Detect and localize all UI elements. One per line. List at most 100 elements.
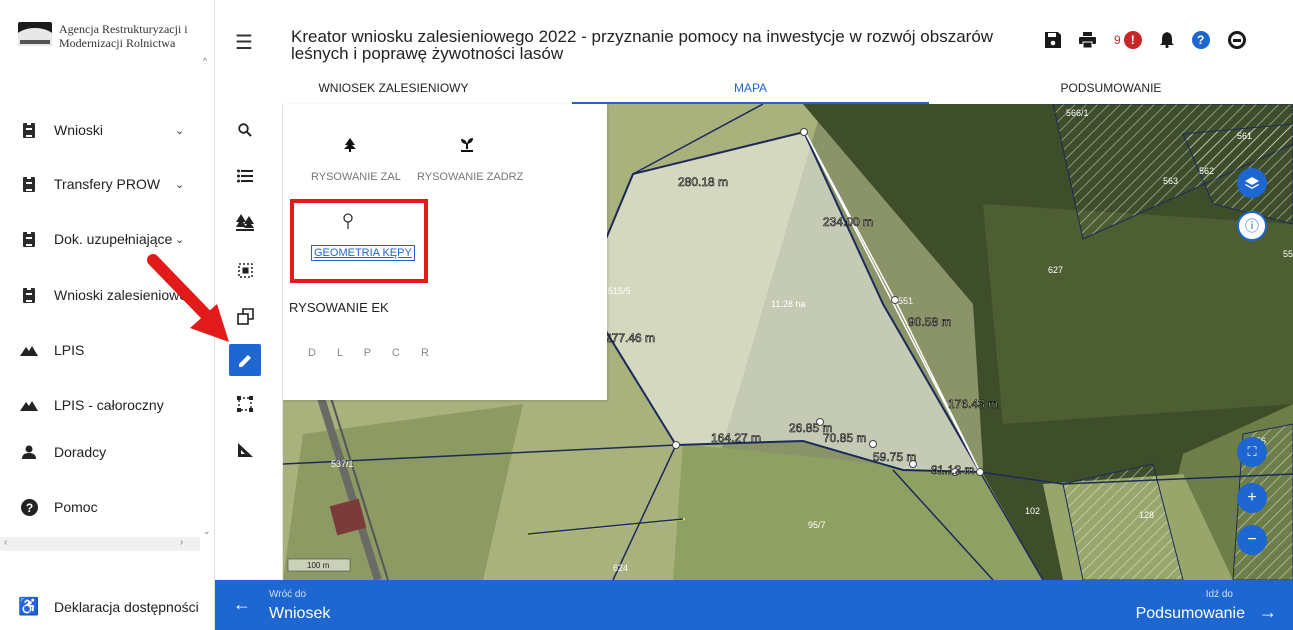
tab-bar: WNIOSEK ZALESIENIOWY MAPA PODSUMOWANIE <box>215 76 1293 104</box>
alert-count: 9 <box>1114 33 1121 47</box>
map-measurement: 280.18 m <box>678 175 728 189</box>
map-parcel-label: 128 <box>1139 510 1154 520</box>
map-parcel-label: 566/1 <box>1066 108 1089 118</box>
map-parcel-label: 95/7 <box>808 520 826 530</box>
pencil-icon <box>238 354 251 367</box>
sidebar-item-wnioski[interactable]: Wnioski ⌄ <box>0 115 200 145</box>
map-measurement: 81.12 m <box>931 463 974 477</box>
document-icon <box>20 230 38 248</box>
bottom-navigation: ← Wróć do Wniosek Idź do Podsumowanie → <box>215 580 1293 630</box>
map-scale: 100 m <box>307 561 330 570</box>
bell-icon[interactable] <box>1159 32 1174 48</box>
sidebar-item-dok-uzupelniajace[interactable]: Dok. uzupełniające ⌄ <box>0 224 200 254</box>
sidebar-item-label: Dok. uzupełniające <box>54 231 173 247</box>
map-parcel-label: 624 <box>613 563 628 573</box>
measure-icon[interactable] <box>229 434 261 466</box>
draw-zal-option[interactable]: RYSOWANIE ZAL <box>301 134 411 184</box>
sidebar-horizontal-scrollbar[interactable]: ‹ › <box>0 537 200 551</box>
sidebar-item-doradcy[interactable]: Doradcy <box>0 437 200 467</box>
zoom-out-icon[interactable]: − <box>1237 525 1267 555</box>
mountain-icon <box>20 396 38 414</box>
bounding-box-icon[interactable] <box>229 388 261 420</box>
back-target: Wniosek <box>269 605 331 622</box>
draw-zadrz-option[interactable]: RYSOWANIE ZADRZ <box>411 134 531 184</box>
map-parcel-label: 563 <box>1163 176 1178 186</box>
agency-logo[interactable]: Agencja Restrukturyzacji i Modernizacji … <box>18 22 209 50</box>
tab-wniosek-zalesieniowy[interactable]: WNIOSEK ZALESIENIOWY <box>215 76 572 104</box>
sidebar-item-transfery-prow[interactable]: Transfery PROW ⌄ <box>0 169 200 199</box>
user-icon <box>1227 31 1246 49</box>
map-parcel-label: 562 <box>1199 166 1214 176</box>
layers-button[interactable] <box>1237 168 1267 198</box>
fullscreen-icon[interactable]: ⛶ <box>1237 437 1267 467</box>
sidebar-item-lpis-caloroczny[interactable]: LPIS - całoroczny <box>0 390 200 420</box>
next-target: Podsumowanie <box>1135 605 1245 622</box>
chevron-down-icon: ⌄ <box>175 124 185 137</box>
save-icon[interactable] <box>1045 32 1061 48</box>
accessibility-label: Deklaracja dostępności <box>54 599 199 615</box>
map-area-label: 11.28 ha <box>771 299 805 309</box>
alerts-button[interactable]: 9 ! <box>1114 31 1142 49</box>
chevron-down-icon: ⌄ <box>175 178 185 191</box>
draw-zadrz-label: RYSOWANIE ZADRZ <box>417 171 524 183</box>
ek-letter-options[interactable]: D L P C R <box>308 347 438 359</box>
sidebar-item-label: Doradcy <box>54 444 107 460</box>
person-icon <box>20 443 38 461</box>
tab-podsumowanie[interactable]: PODSUMOWANIE <box>929 76 1293 104</box>
highlight-box <box>290 199 428 283</box>
search-icon[interactable] <box>229 114 261 146</box>
location-pin-icon <box>342 213 354 233</box>
map-measurement: 277.46 m <box>605 331 655 345</box>
map-measurement: 164.27 m <box>711 431 761 445</box>
agency-logo-mark <box>18 22 52 46</box>
sidebar-item-label: Pomoc <box>54 499 98 515</box>
chevron-down-icon: ⌄ <box>175 233 185 246</box>
map-parcel-label: 561 <box>1237 131 1252 141</box>
geometria-kepy-button[interactable]: GEOMETRIA KĘPY <box>311 245 415 261</box>
zoom-in-icon[interactable]: + <box>1237 483 1267 513</box>
sidebar-item-pomoc[interactable]: ? Pomoc <box>0 492 200 522</box>
sidebar-item-label: LPIS - całoroczny <box>54 397 164 413</box>
draw-zal-label: RYSOWANIE ZAL <box>311 171 401 183</box>
map-parcel-label: 102 <box>1025 506 1040 516</box>
drawing-options-panel: RYSOWANIE ZAL RYSOWANIE ZADRZ GEOMETRIA … <box>283 104 607 400</box>
go-to-podsumowanie-button[interactable]: Idź do Podsumowanie → <box>993 580 1293 630</box>
document-icon <box>20 175 38 193</box>
map-measurement: 90.58 m <box>908 315 951 329</box>
map-measurement: 176.43 m <box>948 397 998 411</box>
accessibility-icon: ♿ <box>18 597 40 616</box>
next-caption: Idź do <box>1205 589 1233 600</box>
back-to-wniosek-button[interactable]: ← Wróć do Wniosek <box>215 580 515 630</box>
info-icon[interactable]: ⓘ <box>1237 211 1267 241</box>
help-icon: ? <box>1191 31 1210 49</box>
agency-name: Agencja Restrukturyzacji i Modernizacji … <box>59 22 188 50</box>
map-parcel-label: 537/1 <box>331 459 354 469</box>
sidebar-item-label: Transfery PROW <box>54 176 161 192</box>
forest-icon[interactable] <box>229 206 261 238</box>
header-actions: 9 ! ? <box>1045 28 1264 52</box>
tab-mapa[interactable]: MAPA <box>572 76 929 104</box>
map-measurement: 59.75 m <box>873 450 916 464</box>
sidebar-item-label: LPIS <box>54 342 85 358</box>
help-button[interactable]: ? <box>1191 31 1210 49</box>
accessibility-declaration-link[interactable]: ♿ Deklaracja dostępności <box>0 592 215 622</box>
sidebar-item-label: Wnioski <box>54 122 104 138</box>
tree-icon <box>344 138 356 155</box>
back-caption: Wróć do <box>269 589 307 600</box>
user-account-button[interactable] <box>1227 31 1246 49</box>
document-icon <box>20 286 38 304</box>
layers-list-icon[interactable] <box>229 160 261 192</box>
print-icon[interactable] <box>1079 32 1096 48</box>
hamburger-menu-icon[interactable]: ☰ <box>235 30 253 55</box>
map-parcel-label: 627 <box>1048 265 1063 275</box>
red-arrow-annotation <box>147 254 229 342</box>
map-measurement: 70.85 m <box>823 431 866 445</box>
map-parcel-label: 515/5 <box>608 286 631 296</box>
help-circle-icon: ? <box>20 498 38 516</box>
map-measurement: 234.00 m <box>823 215 873 229</box>
arrow-right-icon: → <box>1259 602 1277 622</box>
map-parcel-label: 551 <box>898 296 913 306</box>
arrow-left-icon: ← <box>233 594 251 614</box>
mountain-icon <box>20 341 38 359</box>
page-title: Kreator wniosku zalesieniowego 2022 - pr… <box>291 27 994 63</box>
